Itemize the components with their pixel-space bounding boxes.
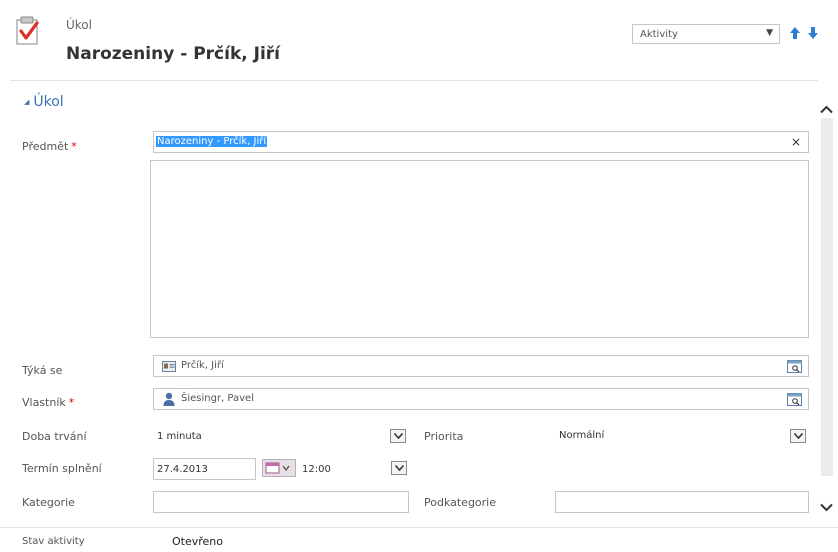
duration-value: 1 minuta xyxy=(157,431,202,442)
nav-select[interactable]: Aktivity ▼ xyxy=(632,24,780,44)
arrow-down-icon xyxy=(808,27,818,39)
owner-label: Vlastník * xyxy=(22,396,75,409)
clear-icon[interactable]: × xyxy=(791,135,801,149)
regarding-value[interactable]: Prčík, Jiří xyxy=(181,360,224,371)
nav-down-button[interactable] xyxy=(806,25,820,41)
scroll-up-icon[interactable] xyxy=(820,99,833,118)
chevron-down-icon[interactable] xyxy=(391,461,407,475)
entity-type-label: Úkol xyxy=(66,18,92,32)
regarding-lookup[interactable]: Prčík, Jiří xyxy=(153,355,809,377)
subject-input[interactable]: Narozeniny - Prčík, Jiří × xyxy=(153,131,809,153)
status-value: Otevřeno xyxy=(172,535,223,548)
calendar-icon xyxy=(265,462,290,474)
category-input[interactable] xyxy=(153,491,409,513)
vertical-scrollbar[interactable] xyxy=(817,96,836,516)
due-date-value: 27.4.2013 xyxy=(157,464,208,475)
status-label: Stav aktivity xyxy=(22,536,85,547)
duration-select[interactable]: 1 minuta xyxy=(153,426,409,446)
chevron-down-icon[interactable] xyxy=(390,429,406,443)
scroll-down-icon[interactable] xyxy=(820,497,833,516)
arrow-up-icon xyxy=(790,27,800,39)
chevron-down-icon[interactable] xyxy=(790,429,806,443)
lookup-icon[interactable] xyxy=(787,360,802,373)
priority-select[interactable]: Normální xyxy=(555,426,809,446)
collapse-triangle-icon: ◢ xyxy=(24,98,30,106)
calendar-button[interactable] xyxy=(262,459,296,477)
task-icon xyxy=(15,15,41,47)
regarding-label: Týká se xyxy=(22,364,63,377)
priority-value: Normální xyxy=(559,430,605,441)
subject-label: Předmět * xyxy=(22,140,77,153)
due-label: Termín splnění xyxy=(22,462,102,475)
priority-label: Priorita xyxy=(424,430,464,443)
category-label: Kategorie xyxy=(22,496,75,509)
lookup-icon[interactable] xyxy=(787,393,802,406)
scrollbar-thumb[interactable] xyxy=(821,118,833,476)
contact-card-icon xyxy=(162,361,176,375)
subcategory-input[interactable] xyxy=(555,491,809,513)
nav-up-button[interactable] xyxy=(788,25,802,41)
section-toggle[interactable]: ◢ Úkol xyxy=(24,94,64,110)
section-title: Úkol xyxy=(33,94,64,110)
owner-value[interactable]: Šiesingr, Pavel xyxy=(181,393,254,404)
description-textarea[interactable] xyxy=(150,160,809,338)
subject-selected-text: Narozeniny - Prčík, Jiří xyxy=(156,136,268,147)
header-divider xyxy=(10,80,818,81)
footer-bar xyxy=(0,528,838,552)
due-date-input[interactable]: 27.4.2013 xyxy=(153,458,256,480)
nav-select-value: Aktivity xyxy=(640,29,678,40)
user-icon xyxy=(163,392,175,410)
due-time-select[interactable]: 12:00 xyxy=(297,458,409,480)
page-title: Narozeniny - Prčík, Jiří xyxy=(66,44,280,64)
chevron-down-icon: ▼ xyxy=(766,28,773,38)
subcategory-label: Podkategorie xyxy=(424,496,497,509)
owner-lookup[interactable]: Šiesingr, Pavel xyxy=(153,388,809,410)
duration-label: Doba trvání xyxy=(22,430,87,443)
due-time-value: 12:00 xyxy=(302,464,331,475)
